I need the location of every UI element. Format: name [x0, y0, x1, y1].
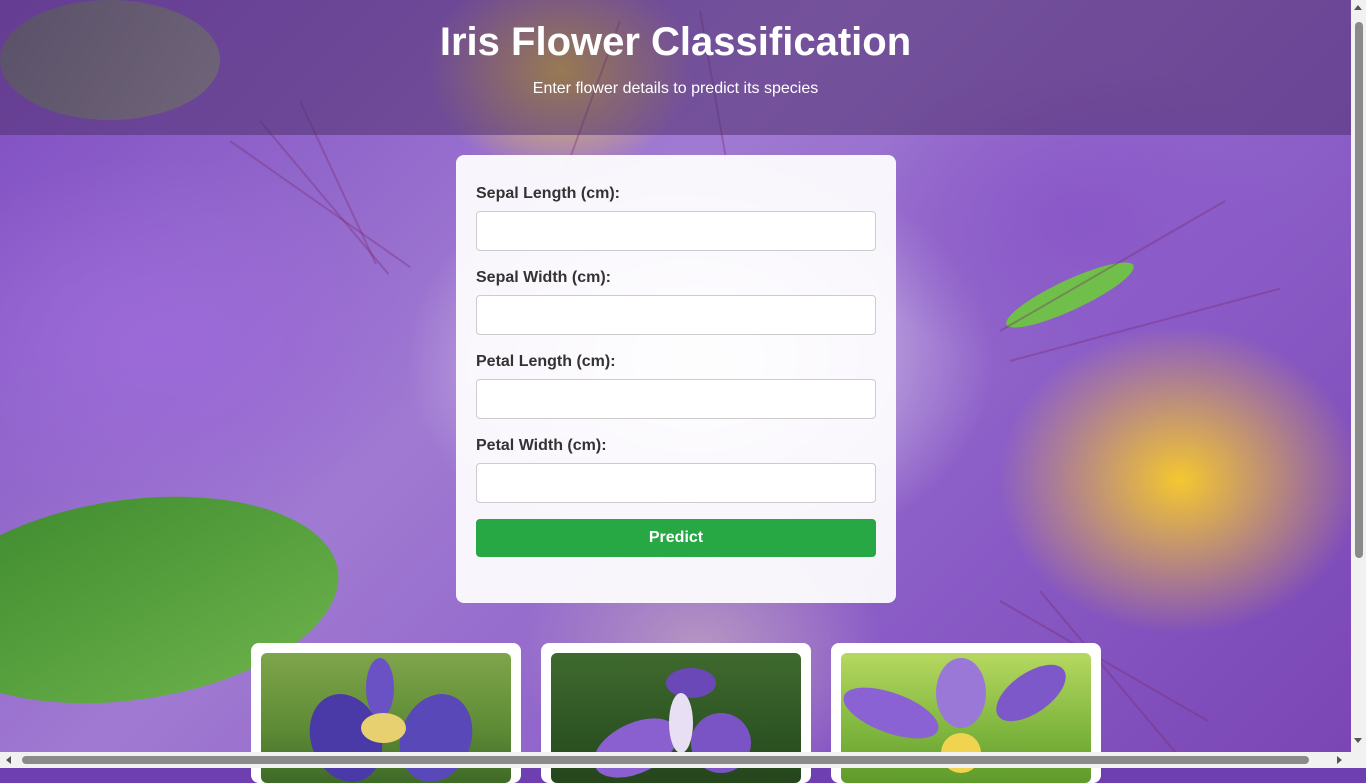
scroll-down-icon[interactable]: [1354, 738, 1362, 743]
horizontal-scrollbar[interactable]: [0, 752, 1351, 768]
sepal-width-label: Sepal Width (cm):: [476, 269, 611, 286]
scroll-left-icon[interactable]: [6, 756, 11, 764]
horizontal-scroll-thumb[interactable]: [22, 756, 1309, 764]
vertical-scrollbar[interactable]: [1351, 0, 1366, 752]
scrollbar-corner: [1351, 752, 1366, 768]
petal-length-input[interactable]: [476, 379, 876, 419]
sepal-length-input[interactable]: [476, 211, 876, 251]
background-leaf: [1000, 251, 1140, 339]
prediction-form: Sepal Length (cm): Sepal Width (cm): Pet…: [456, 155, 896, 603]
page-header: Iris Flower Classification Enter flower …: [0, 0, 1351, 135]
petal-vein: [229, 140, 411, 269]
page-title: Iris Flower Classification: [439, 20, 912, 64]
petal-width-input[interactable]: [476, 463, 876, 503]
petal-width-label: Petal Width (cm):: [476, 437, 607, 454]
petal-length-label: Petal Length (cm):: [476, 353, 616, 370]
scroll-right-icon[interactable]: [1337, 756, 1342, 764]
vertical-scroll-thumb[interactable]: [1355, 22, 1363, 558]
sepal-width-input[interactable]: [476, 295, 876, 335]
scroll-up-icon[interactable]: [1354, 5, 1362, 10]
page-subtitle: Enter flower details to predict its spec…: [532, 80, 819, 97]
predict-button[interactable]: Predict: [476, 519, 876, 557]
sepal-length-label: Sepal Length (cm):: [476, 185, 621, 202]
